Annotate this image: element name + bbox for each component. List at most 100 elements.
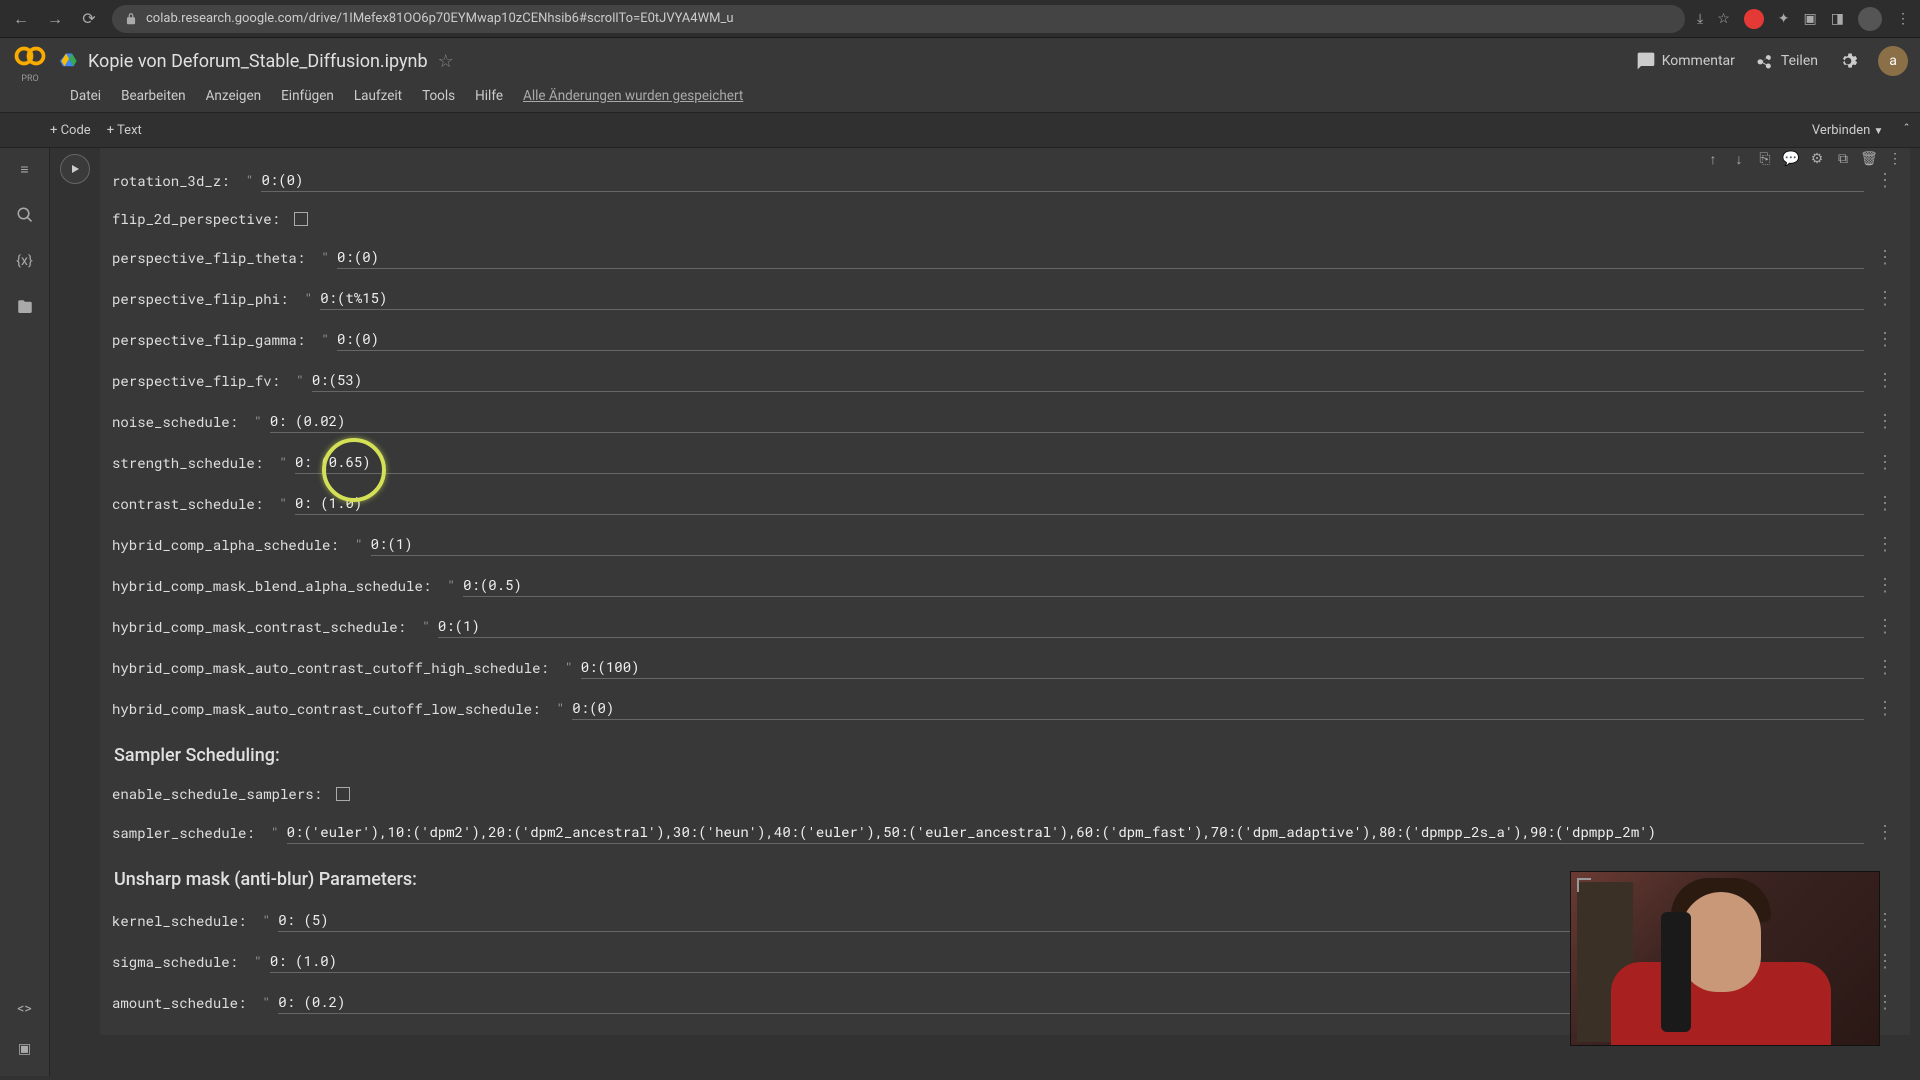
save-status[interactable]: Alle Änderungen wurden gespeichert [523,88,743,104]
param-label: sampler_schedule: [112,823,255,842]
param-row: hybrid_comp_mask_contrast_schedule:"⋮ [112,602,1898,643]
extension-icon[interactable] [1744,9,1764,29]
bookmark-icon[interactable]: ☆ [1717,11,1730,27]
mirror-icon[interactable]: ⧉ [1834,150,1852,168]
param-input[interactable] [581,655,1864,679]
sampler-heading: Sampler Scheduling: [114,745,1898,766]
param-menu-icon[interactable]: ⋮ [1872,370,1898,391]
extensions-icon[interactable]: ✦ [1778,11,1790,27]
param-input[interactable] [463,573,1864,597]
add-text-button[interactable]: + Text [107,123,142,138]
code-snippets-icon[interactable]: <> [14,998,36,1020]
param-input[interactable] [312,368,1864,392]
toc-icon[interactable]: ≡ [14,158,36,180]
param-menu-icon[interactable]: ⋮ [1872,575,1898,596]
param-checkbox[interactable] [336,787,350,801]
files-icon[interactable] [14,296,36,318]
param-input[interactable] [371,532,1864,556]
star-icon[interactable]: ☆ [438,51,454,72]
comment-cell-icon[interactable]: 💬 [1782,150,1800,168]
address-bar[interactable]: colab.research.google.com/drive/1IMefex8… [112,5,1685,33]
menu-tools[interactable]: Tools [422,88,455,104]
param-menu-icon[interactable]: ⋮ [1872,534,1898,555]
doc-title[interactable]: Kopie von Deforum_Stable_Diffusion.ipynb [88,51,428,72]
more-cell-icon[interactable]: ⋮ [1886,150,1904,168]
colab-logo[interactable]: PRO [12,38,48,84]
param-label: noise_schedule: [112,412,238,431]
user-avatar[interactable]: a [1878,46,1908,76]
param-menu-icon[interactable]: ⋮ [1872,170,1898,191]
cell-toolbar: ↑ ↓ ⎘ 💬 ⚙ ⧉ 🗑 ⋮ [1704,150,1904,168]
menu-bar: Datei Bearbeiten Anzeigen Einfügen Laufz… [0,84,1920,112]
link-icon[interactable]: ⎘ [1756,150,1774,168]
expand-icon[interactable] [1577,878,1591,892]
search-icon[interactable] [14,204,36,226]
menu-help[interactable]: Hilfe [475,88,503,104]
browser-chrome: ← → ⟳ colab.research.google.com/drive/1I… [0,0,1920,38]
param-input[interactable] [295,450,1864,474]
quote-mark: " [254,412,262,430]
menu-view[interactable]: Anzeigen [206,88,262,104]
param-input[interactable] [320,286,1864,310]
param-menu-icon[interactable]: ⋮ [1872,493,1898,514]
param-input[interactable] [572,696,1864,720]
param-menu-icon[interactable]: ⋮ [1872,411,1898,432]
chevron-up-icon[interactable]: ˆ [1903,122,1910,138]
reload-button[interactable]: ⟳ [78,8,100,30]
move-down-icon[interactable]: ↓ [1730,150,1748,168]
delete-cell-icon[interactable]: 🗑 [1860,150,1878,168]
param-label: amount_schedule: [112,993,246,1012]
param-input[interactable] [270,409,1864,433]
param-label: flip_2d_perspective: [112,209,280,228]
param-row: flip_2d_perspective: [112,197,1898,233]
menu-insert[interactable]: Einfügen [281,88,334,104]
param-input[interactable] [337,327,1864,351]
param-label: contrast_schedule: [112,494,263,513]
param-menu-icon[interactable]: ⋮ [1872,698,1898,719]
param-menu-icon[interactable]: ⋮ [1872,822,1898,843]
url-text: colab.research.google.com/drive/1IMefex8… [146,11,734,26]
param-row: contrast_schedule:"⋮ [112,479,1898,520]
menu-icon[interactable]: ⋮ [1896,11,1910,27]
share-button[interactable]: Teilen [1755,51,1818,71]
param-menu-icon[interactable]: ⋮ [1872,247,1898,268]
tab-icon[interactable]: ▣ [1804,11,1817,27]
settings-cell-icon[interactable]: ⚙ [1808,150,1826,168]
param-label: hybrid_comp_mask_auto_contrast_cutoff_lo… [112,699,540,718]
param-input[interactable] [261,168,1864,192]
panel-icon[interactable]: ◨ [1831,11,1844,27]
profile-icon[interactable] [1858,7,1882,31]
browser-actions: ⤓ ☆ ✦ ▣ ◨ ⋮ [1697,7,1910,31]
connect-button[interactable]: Verbinden ▼ [1802,119,1893,142]
back-button[interactable]: ← [10,8,32,30]
notebook-main[interactable]: ↑ ↓ ⎘ 💬 ⚙ ⧉ 🗑 ⋮ rotation_3d_z:"⋮flip_2d_… [50,148,1920,1076]
param-input[interactable] [295,491,1864,515]
param-input[interactable] [438,614,1864,638]
param-menu-icon[interactable]: ⋮ [1872,616,1898,637]
quote-mark: " [254,952,262,970]
comment-button[interactable]: Kommentar [1636,51,1735,71]
param-row: perspective_flip_gamma:"⋮ [112,315,1898,356]
install-icon[interactable]: ⤓ [1697,11,1703,27]
terminal-icon[interactable]: ▣ [14,1038,36,1060]
param-menu-icon[interactable]: ⋮ [1872,288,1898,309]
menu-file[interactable]: Datei [70,88,101,104]
quote-mark: " [296,371,304,389]
add-code-button[interactable]: + Code [50,123,91,138]
menu-edit[interactable]: Bearbeiten [121,88,186,104]
param-menu-icon[interactable]: ⋮ [1872,452,1898,473]
param-row: hybrid_comp_mask_blend_alpha_schedule:"⋮ [112,561,1898,602]
gear-icon[interactable] [1838,51,1858,71]
move-up-icon[interactable]: ↑ [1704,150,1722,168]
param-menu-icon[interactable]: ⋮ [1872,657,1898,678]
param-input[interactable] [287,820,1864,844]
param-menu-icon[interactable]: ⋮ [1872,329,1898,350]
forward-button[interactable]: → [44,8,66,30]
lock-icon [124,12,138,26]
variables-icon[interactable]: {x} [14,250,36,272]
param-row: hybrid_comp_mask_auto_contrast_cutoff_lo… [112,684,1898,725]
menu-runtime[interactable]: Laufzeit [354,88,402,104]
param-checkbox[interactable] [294,212,308,226]
param-input[interactable] [337,245,1864,269]
run-cell-button[interactable] [60,154,90,184]
